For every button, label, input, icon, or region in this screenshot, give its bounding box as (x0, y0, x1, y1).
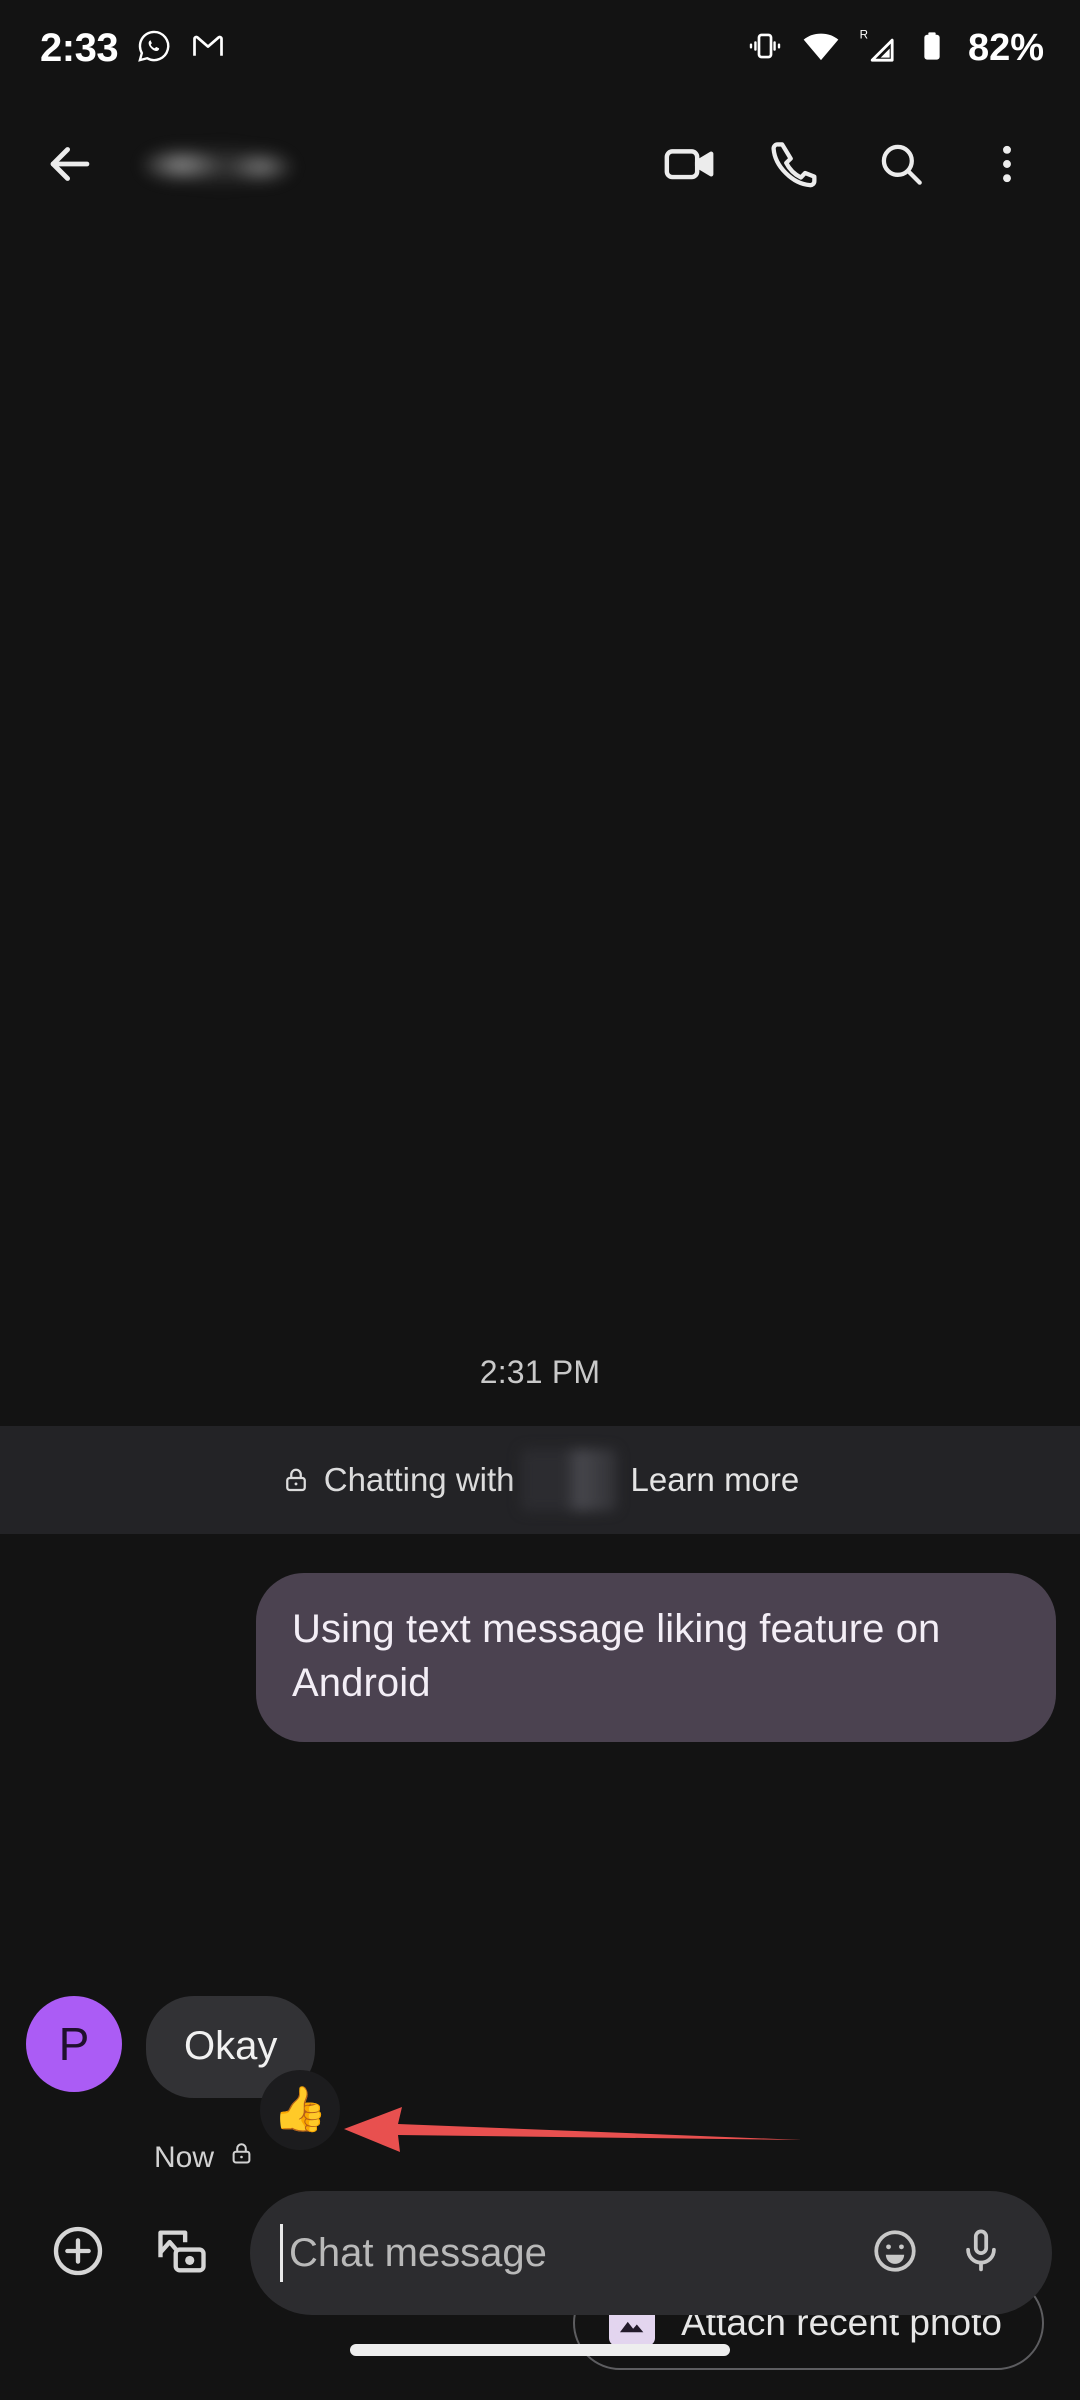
learn-more-link[interactable]: Learn more (631, 1461, 800, 1499)
outgoing-message-bubble[interactable]: Using text message liking feature on And… (256, 1573, 1056, 1743)
home-indicator (350, 2344, 730, 2356)
app-bar (0, 96, 1080, 236)
back-button[interactable] (22, 118, 118, 214)
timestamp-divider: 2:31 PM (479, 1354, 601, 1390)
avatar[interactable]: P (26, 1996, 122, 2092)
conversation-thread: 2:31 PM Chatting with Learn more Using t… (0, 236, 1080, 2370)
wifi-icon (801, 26, 841, 71)
banner-contact-redacted (520, 1449, 617, 1511)
lock-icon (281, 1465, 311, 1495)
search-icon (874, 137, 928, 196)
messaging-conversation-screen: 2:33 R 82% 2:31 PM Chatting with Learn m… (0, 0, 1080, 2400)
microphone-icon (956, 2226, 1006, 2281)
gallery-camera-icon (153, 2222, 211, 2285)
phone-icon (768, 137, 822, 196)
svg-text:R: R (860, 28, 868, 41)
battery-icon (915, 29, 949, 68)
voice-input-button[interactable] (938, 2210, 1024, 2296)
voice-call-button[interactable] (744, 115, 846, 217)
overflow-menu-icon (982, 139, 1032, 194)
incoming-message-row: P Okay 👍 Now (0, 1996, 1080, 2175)
status-bar-left: 2:33 (40, 26, 226, 71)
vibrate-icon (746, 27, 784, 70)
video-camera-icon (661, 136, 717, 197)
status-bar: 2:33 R 82% (0, 0, 1080, 96)
emoji-button[interactable] (852, 2210, 938, 2296)
more-options-button[interactable] (956, 115, 1058, 217)
whatsapp-icon (136, 28, 172, 69)
status-bar-clock: 2:33 (40, 25, 119, 70)
video-call-button[interactable] (638, 115, 740, 217)
chat-message-placeholder: Chat message (289, 2230, 547, 2275)
contact-name-redacted[interactable] (142, 137, 322, 195)
status-bar-right: R 82% (746, 26, 1044, 71)
plus-circle-icon (49, 2222, 107, 2285)
add-attachment-button[interactable] (30, 2205, 126, 2301)
back-arrow-icon (41, 135, 99, 198)
gallery-button[interactable] (134, 2205, 230, 2301)
emoji-smiley-icon (870, 2226, 920, 2281)
lock-icon (228, 2140, 255, 2175)
reaction-badge-thumbs-up[interactable]: 👍 (260, 2070, 340, 2150)
message-time: Now (154, 2140, 215, 2174)
text-cursor (280, 2224, 283, 2282)
chat-message-input[interactable]: Chat message (250, 2191, 1052, 2315)
app-bar-actions (638, 115, 1080, 217)
incoming-message-stack: Okay 👍 Now (146, 1996, 340, 2175)
encryption-banner[interactable]: Chatting with Learn more (0, 1426, 1080, 1534)
search-button[interactable] (850, 115, 952, 217)
battery-percentage: 82% (967, 26, 1044, 69)
cellular-signal-roaming-icon: R (858, 26, 898, 71)
encryption-banner-text: Chatting with (323, 1461, 515, 1498)
composer-bar: Chat message (0, 2183, 1080, 2323)
gmail-icon (190, 28, 226, 69)
outgoing-message-row: Using text message liking feature on And… (0, 1573, 1080, 1743)
